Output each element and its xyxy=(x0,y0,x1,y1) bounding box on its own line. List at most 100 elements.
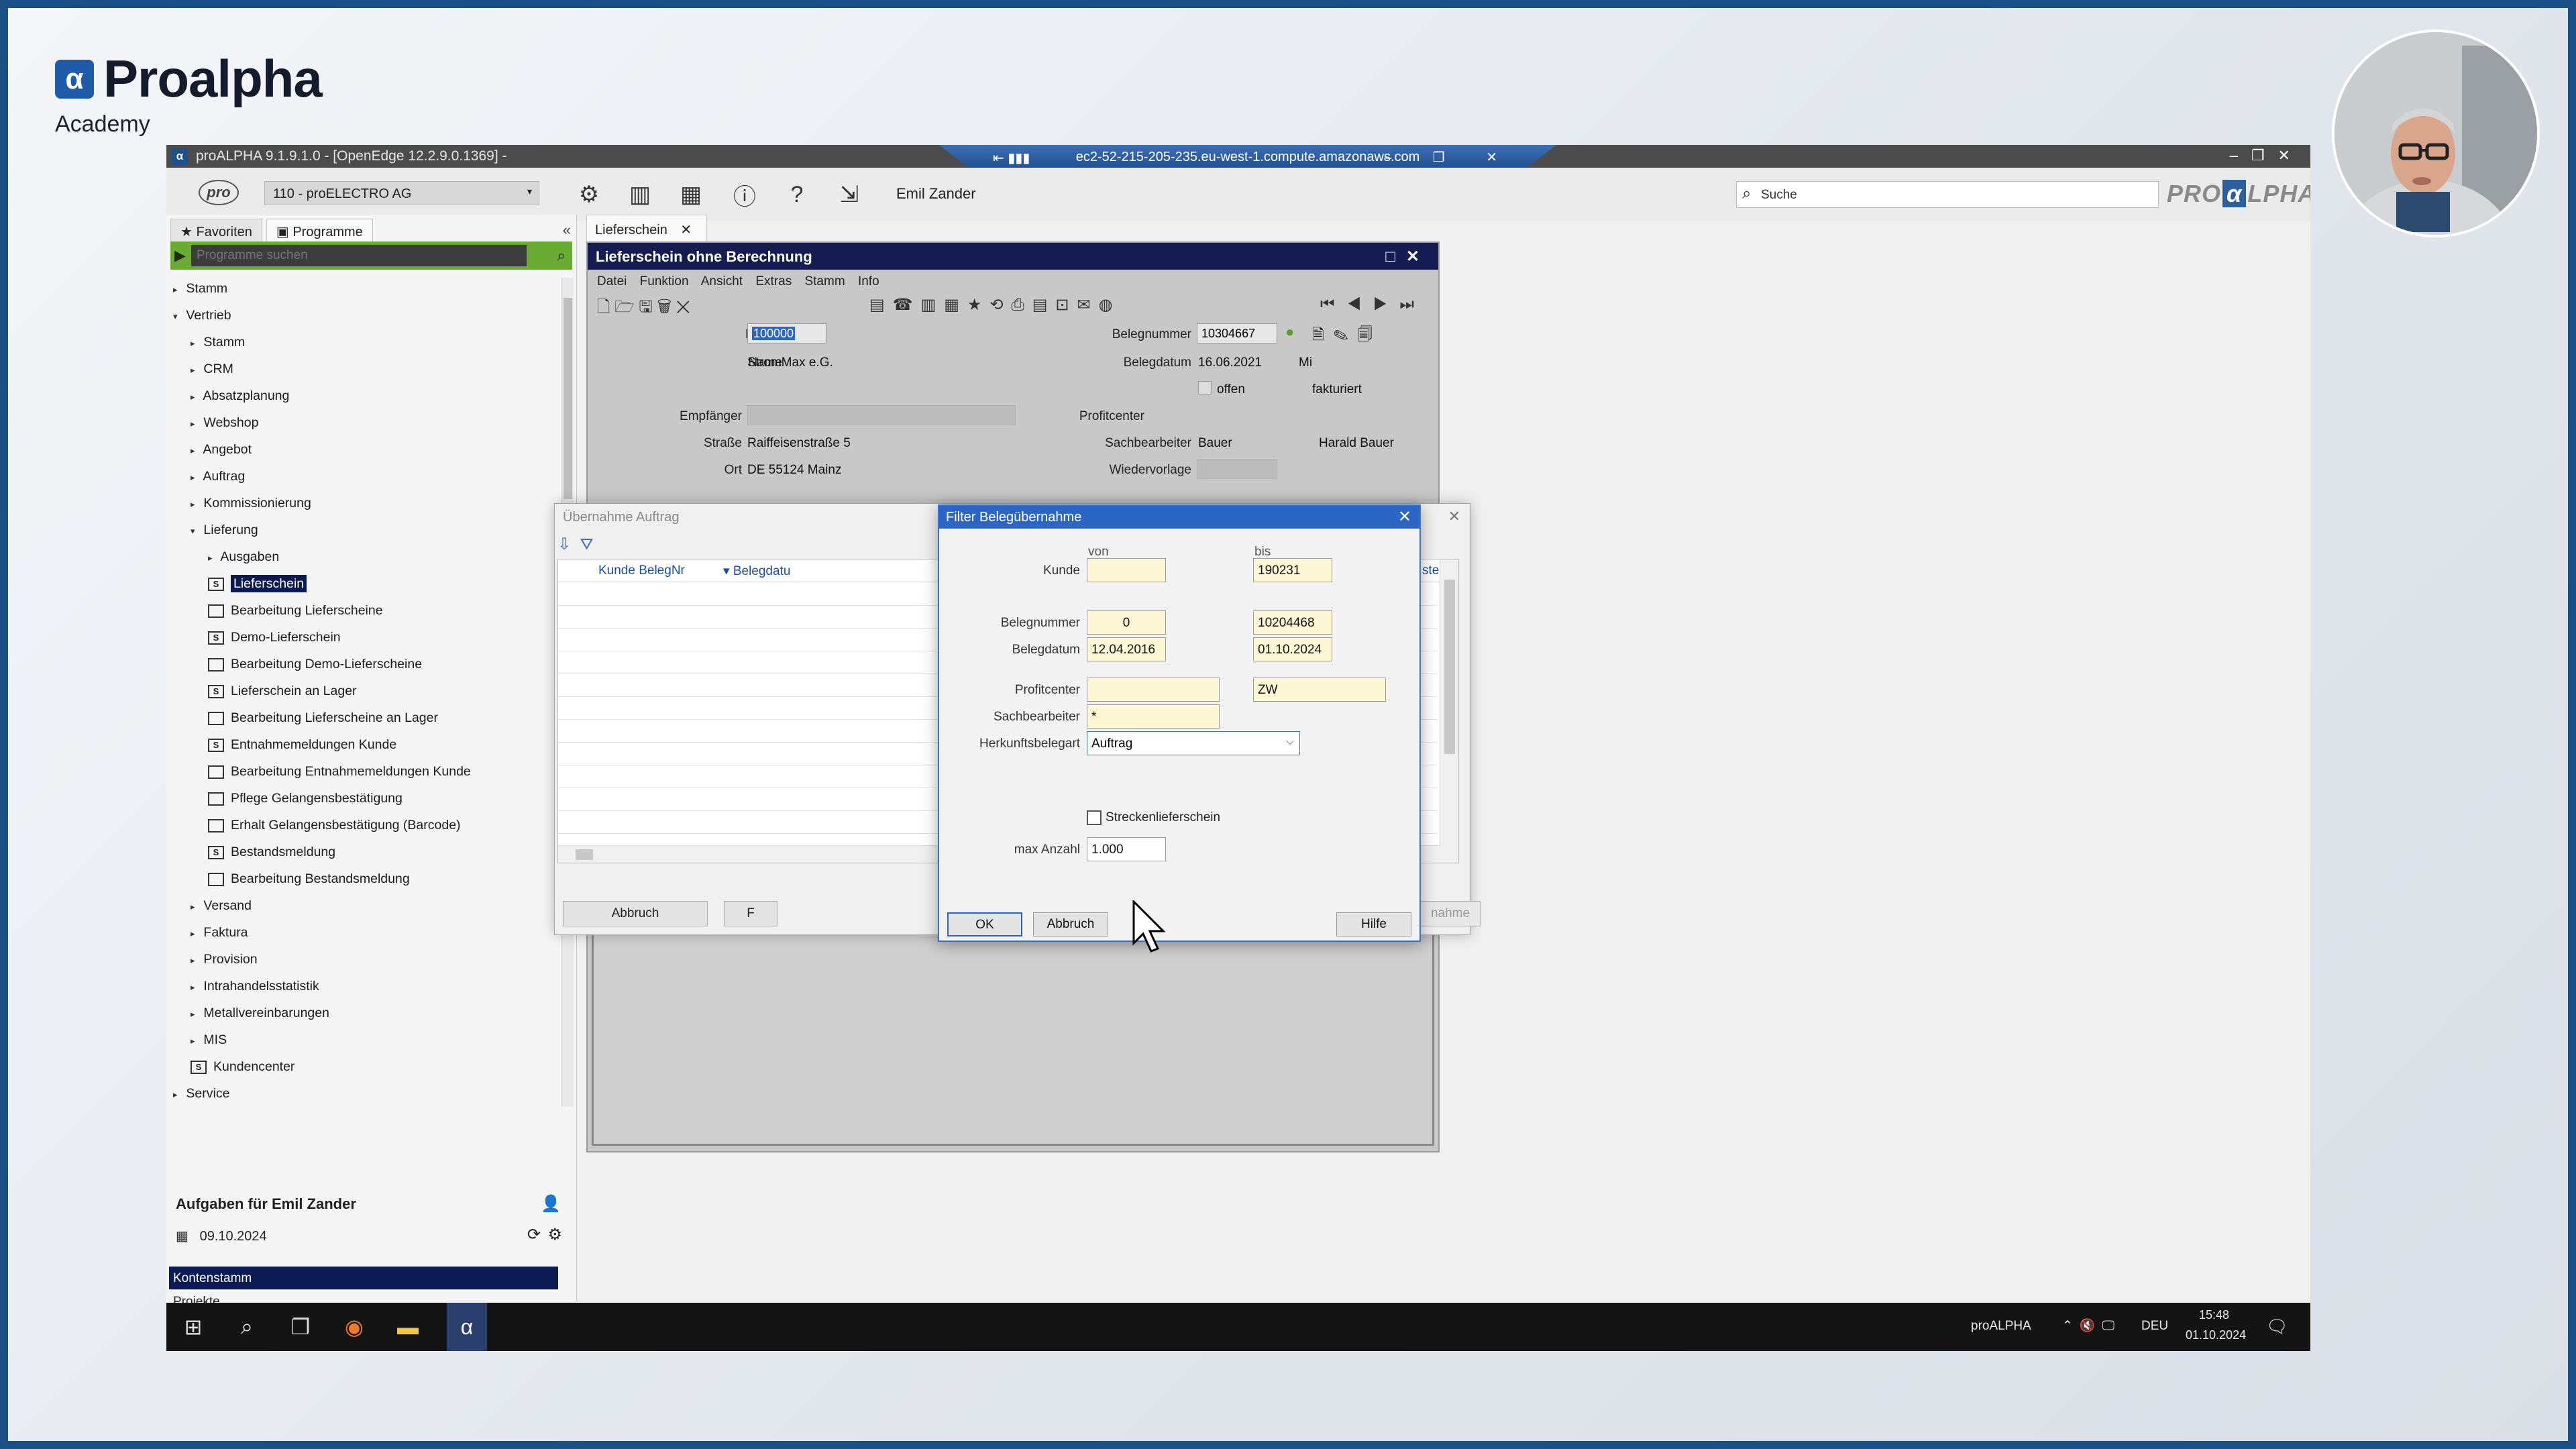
windows-start-icon[interactable]: ⊞ xyxy=(178,1312,208,1342)
belegnummer-von-input[interactable]: 0 xyxy=(1087,610,1166,635)
collapsed-arrow-icon[interactable]: ▸ xyxy=(191,491,200,518)
wiedervorlage-field[interactable] xyxy=(1197,459,1277,479)
pin-signal-icon[interactable]: ⇤ ▮▮▮ xyxy=(993,150,1030,166)
clock-time[interactable]: 15:48 xyxy=(2199,1308,2229,1322)
tree-item[interactable]: ▸ CRM xyxy=(191,356,233,382)
save-icon[interactable]: 🖫 xyxy=(639,298,652,316)
collapsed-arrow-icon[interactable]: ▸ xyxy=(173,1081,182,1107)
kunde-von-input[interactable] xyxy=(1087,558,1166,582)
clock-date[interactable]: 01.10.2024 xyxy=(2186,1328,2246,1342)
belegnummer-bis-input[interactable]: 10204468 xyxy=(1253,610,1332,635)
uebernahme-button[interactable]: nahme xyxy=(1420,901,1481,926)
col-belegdatum[interactable]: ▾ Belegdatu xyxy=(723,564,790,579)
program-search-input[interactable] xyxy=(191,245,527,266)
layout-columns-icon[interactable]: ▥ xyxy=(625,180,655,209)
expanded-arrow-icon[interactable]: ▾ xyxy=(191,518,200,545)
refresh-icon[interactable]: ⟳ xyxy=(527,1225,541,1244)
collapsed-arrow-icon[interactable]: ▸ xyxy=(191,1028,200,1055)
delete-icon[interactable]: 🗑 xyxy=(657,298,672,316)
close-icon[interactable]: ✕ xyxy=(1398,507,1411,527)
tree-item[interactable]: ▾ Lieferung xyxy=(191,517,258,543)
collapsed-arrow-icon[interactable]: ▸ xyxy=(191,464,200,491)
language-indicator[interactable]: DEU xyxy=(2141,1319,2168,1334)
scrollbar-thumb[interactable] xyxy=(1444,580,1455,754)
taskbar-app-label[interactable]: proALPHA xyxy=(1971,1319,2031,1334)
collapsed-arrow-icon[interactable]: ▸ xyxy=(191,974,200,1001)
herkunftsbelegart-select[interactable]: Auftrag ⌵ xyxy=(1087,731,1300,755)
notification-icon[interactable]: 🗨 xyxy=(2266,1316,2288,1337)
tree-item[interactable]: ▸ Stamm xyxy=(191,329,245,356)
collapsed-arrow-icon[interactable]: ▸ xyxy=(191,894,200,920)
tree-item[interactable]: ▾ Vertrieb xyxy=(173,302,231,329)
tree-item[interactable]: Bearbeitung Lieferscheine an Lager xyxy=(208,704,438,731)
record-navigation-icons[interactable]: ⏮◀▶⏭ xyxy=(1320,295,1426,314)
collapsed-arrow-icon[interactable]: ▸ xyxy=(191,411,200,437)
tree-item[interactable]: ▸ Metallvereinbarungen xyxy=(191,1000,329,1026)
uebernahme-partial-button[interactable]: F xyxy=(724,901,777,926)
tree-item[interactable]: ▸ Faktura xyxy=(191,919,248,946)
tree-item[interactable]: Bearbeitung Entnahmemeldungen Kunde xyxy=(208,758,471,785)
document-action-icons[interactable]: 🗎✎🗐 xyxy=(1312,323,1382,349)
new-document-icon[interactable]: 🗋 xyxy=(597,298,610,316)
menu-funktion[interactable]: Funktion xyxy=(640,274,689,288)
rdp-connection-bar[interactable]: ⇤ ▮▮▮ ec2-52-215-205-235.eu-west-1.compu… xyxy=(939,145,1556,169)
close-icon[interactable]: ✕ xyxy=(680,223,692,237)
gear-icon[interactable]: ⚙ xyxy=(547,1225,562,1244)
col-kunde-belegnr[interactable]: Kunde BelegNr xyxy=(598,564,685,578)
function-icons[interactable]: ▤☎▥▦★⟲⎙▤⊡✉◍ xyxy=(869,295,1121,315)
collapsed-arrow-icon[interactable]: ▸ xyxy=(191,947,200,974)
filter-icon[interactable]: ⛛ xyxy=(580,535,593,553)
belegdatum-bis-input[interactable]: 01.10.2024 xyxy=(1253,637,1332,661)
collapsed-arrow-icon[interactable]: ▸ xyxy=(208,545,217,572)
scrollbar-thumb[interactable] xyxy=(576,849,593,860)
import-icon[interactable]: ⇩ xyxy=(557,535,571,553)
max-anzahl-input[interactable]: 1.000 xyxy=(1087,837,1166,861)
calendar-icon[interactable]: ▦ xyxy=(176,1229,189,1244)
tab-favoriten[interactable]: ★ Favoriten xyxy=(170,219,262,241)
tree-item[interactable]: ▸ Angebot xyxy=(191,436,252,463)
cancel-icon[interactable]: ✕ xyxy=(676,298,690,316)
tree-item[interactable]: S Lieferschein xyxy=(208,570,307,597)
tree-item[interactable]: ▸ MIS xyxy=(191,1026,227,1053)
grid-vscrollbar[interactable] xyxy=(1440,559,1458,863)
tree-item[interactable]: S Kundencenter xyxy=(191,1053,294,1080)
tree-item[interactable]: ▸ Service xyxy=(173,1080,229,1107)
user-icon[interactable]: 👤 xyxy=(541,1194,561,1214)
tree-item[interactable]: ▸ Kommissionierung xyxy=(191,490,311,517)
system-tray-icons[interactable]: ⌃🔇🖵 xyxy=(2062,1318,2121,1334)
empfaenger-field[interactable] xyxy=(747,405,1016,425)
tree-item[interactable]: Bearbeitung Demo-Lieferscheine xyxy=(208,651,422,678)
sachbearbeiter-input[interactable]: * xyxy=(1087,704,1220,729)
collapsed-arrow-icon[interactable]: ▸ xyxy=(173,276,182,303)
file-explorer-icon[interactable]: ▬ xyxy=(393,1312,423,1342)
expanded-arrow-icon[interactable]: ▾ xyxy=(173,303,182,330)
collapsed-arrow-icon[interactable]: ▸ xyxy=(191,357,200,384)
search-icon[interactable]: ⌕ xyxy=(232,1312,262,1342)
menu-datei[interactable]: Datei xyxy=(597,274,627,288)
document-tab[interactable]: Lieferschein ✕ xyxy=(586,215,707,241)
belegnummer-field[interactable]: 10304667 xyxy=(1197,323,1277,343)
layout-panels-icon[interactable]: ▦ xyxy=(676,180,706,209)
global-search-input[interactable]: ⌕ Suche xyxy=(1736,181,2159,208)
tree-item[interactable]: ▸ Intrahandelsstatistik xyxy=(191,973,319,1000)
tree-item[interactable]: S Lieferschein an Lager xyxy=(208,678,357,704)
menu-info[interactable]: Info xyxy=(858,274,879,288)
tree-item[interactable]: ▸ Webshop xyxy=(191,409,258,436)
collapsed-arrow-icon[interactable]: ▸ xyxy=(191,330,200,357)
menu-ansicht[interactable]: Ansicht xyxy=(701,274,743,288)
uebernahme-abbruch-button[interactable]: Abbruch xyxy=(563,901,708,926)
scrollbar-thumb[interactable] xyxy=(564,298,572,499)
maximize-close-icons[interactable]: □✕ xyxy=(1385,247,1430,266)
collapsed-arrow-icon[interactable]: ▸ xyxy=(191,920,200,947)
task-view-icon[interactable]: ❐ xyxy=(286,1312,315,1342)
tree-item[interactable]: ▸ Absatzplanung xyxy=(191,382,289,409)
profitcenter-bis-input[interactable]: ZW xyxy=(1253,678,1386,702)
collapse-sidebar-icon[interactable]: « xyxy=(563,221,571,239)
play-icon[interactable]: ▶ xyxy=(174,247,186,264)
rdp-window-controls[interactable]: – ❐ ✕ xyxy=(1384,149,1516,166)
collapsed-arrow-icon[interactable]: ▸ xyxy=(191,437,200,464)
kunde-bis-input[interactable]: 190231 xyxy=(1253,558,1332,582)
kunde-field[interactable]: 100000 xyxy=(747,323,826,343)
tree-item[interactable]: S Entnahmemeldungen Kunde xyxy=(208,731,396,758)
menu-extras[interactable]: Extras xyxy=(755,274,792,288)
